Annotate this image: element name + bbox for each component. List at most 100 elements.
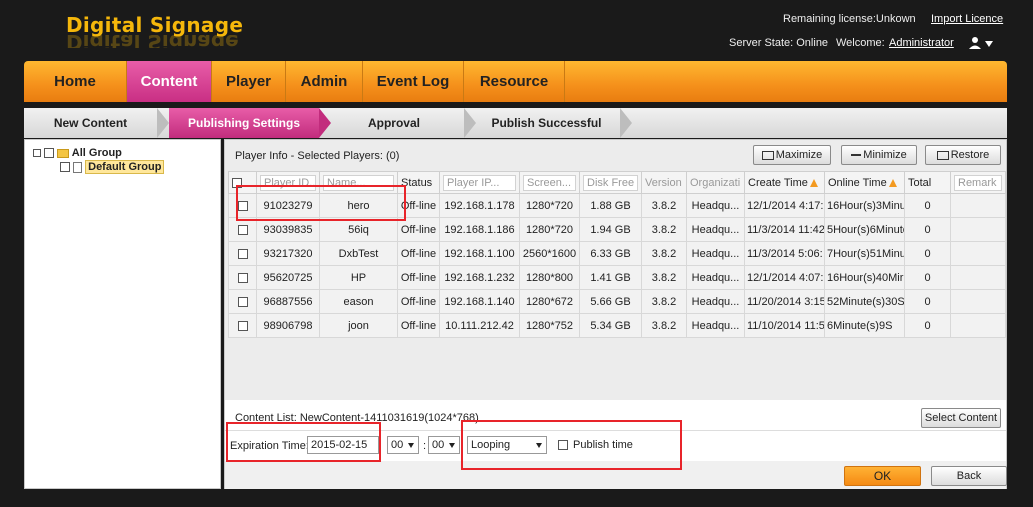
cell-organization: Headqu... (686, 289, 745, 314)
cell-status: Off-line (397, 313, 440, 338)
step-new-content[interactable]: New Content (24, 108, 157, 138)
collapse-icon[interactable] (33, 149, 41, 158)
publishing-panel: Player Info - Selected Players: (0) Maxi… (224, 139, 1007, 489)
cell-player-id: 96887556 (256, 289, 320, 314)
row-checkbox[interactable] (237, 224, 248, 235)
restore-icon (936, 150, 949, 160)
hour-select[interactable]: 00 (387, 436, 419, 454)
publish-time-label: Publish time (573, 439, 633, 451)
cell-online-time: 16Hour(s)3Minu (824, 193, 905, 218)
cell-version: 3.8.2 (641, 265, 687, 290)
import-licence-link[interactable]: Import Licence (931, 13, 1003, 25)
player-table: Player ID... Name... Status Player IP...… (228, 171, 1006, 338)
cell-player-ip: 10.111.212.42 (439, 313, 520, 338)
row-checkbox-cell[interactable] (228, 241, 257, 266)
cell-remark (950, 313, 1006, 338)
maximize-button[interactable]: Maximize (753, 145, 831, 165)
row-checkbox[interactable] (237, 272, 248, 283)
table-row[interactable]: 91023279 hero Off-line 192.168.1.178 1280*72… (228, 193, 1006, 218)
tree-checkbox[interactable] (44, 148, 55, 159)
row-checkbox[interactable] (237, 248, 248, 259)
minute-select[interactable]: 00 (428, 436, 460, 454)
hour-value: 00 (391, 439, 404, 451)
cell-total: 0 (904, 313, 951, 338)
select-content-button[interactable]: Select Content (921, 408, 1001, 428)
row-checkbox-cell[interactable] (228, 289, 257, 314)
header-online-time[interactable]: Online Time (824, 171, 905, 194)
cell-disk-free: 5.66 GB (579, 289, 642, 314)
user-link[interactable]: Administrator (889, 37, 954, 49)
restore-button[interactable]: Restore (925, 145, 1001, 165)
step-publishing-settings[interactable]: Publishing Settings (169, 108, 319, 138)
header-player-ip[interactable]: Player IP... (439, 171, 520, 194)
cell-create-time: 11/10/2014 11:5 (744, 313, 825, 338)
header-disk-free[interactable]: Disk Free (579, 171, 642, 194)
sort-asc-icon (809, 178, 818, 187)
cell-screen: 1280*720 (519, 193, 580, 218)
table-row[interactable]: 98906798 joon Off-line 10.111.212.42 1280*75… (228, 313, 1006, 338)
tree-node-all-group[interactable]: All Group (33, 147, 122, 159)
user-menu-icon[interactable] (969, 37, 995, 49)
table-header-row: Player ID... Name... Status Player IP...… (228, 171, 1006, 194)
table-row[interactable]: 95620725 HP Off-line 192.168.1.232 1280*800 1… (228, 265, 1006, 290)
cell-name: joon (319, 313, 398, 338)
row-checkbox[interactable] (237, 200, 248, 211)
nav-player[interactable]: Player (212, 61, 286, 102)
header-player-id[interactable]: Player ID... (256, 171, 320, 194)
cell-online-time: 16Hour(s)40Mir (824, 265, 905, 290)
minute-value: 00 (432, 439, 445, 451)
tree-checkbox[interactable] (60, 162, 70, 173)
header-total[interactable]: Total (904, 171, 951, 194)
nav-home[interactable]: Home (24, 61, 127, 102)
row-checkbox[interactable] (237, 320, 248, 331)
content-list-label: Content List: NewContent-1411031619(1024… (235, 412, 479, 424)
minimize-button[interactable]: Minimize (841, 145, 917, 165)
main-nav: Home Content Player Admin Event Log Reso… (24, 61, 1007, 102)
app-logo: Digital Signage (66, 13, 244, 37)
tree-node-default-group[interactable]: Default Group (60, 160, 165, 174)
welcome-label: Welcome: (836, 37, 885, 49)
row-checkbox-cell[interactable] (228, 265, 257, 290)
cell-version: 3.8.2 (641, 217, 687, 242)
nav-admin[interactable]: Admin (286, 61, 363, 102)
header-version[interactable]: Version (641, 171, 687, 194)
ok-button[interactable]: OK (844, 466, 921, 486)
time-separator: : (423, 440, 427, 452)
publish-time-checkbox[interactable] (558, 440, 568, 450)
back-button[interactable]: Back (931, 466, 1007, 486)
minimize-icon (851, 154, 862, 157)
table-row[interactable]: 96887556 eason Off-line 192.168.1.140 1280*6… (228, 289, 1006, 314)
cell-player-id: 95620725 (256, 265, 320, 290)
cell-online-time: 5Hour(s)6Minute (824, 217, 905, 242)
row-checkbox-cell[interactable] (228, 217, 257, 242)
expiration-date-input[interactable]: 2015-02-15 (307, 436, 379, 454)
header-status[interactable]: Status (397, 171, 440, 194)
header-remark[interactable]: Remark (950, 171, 1006, 194)
nav-event-log[interactable]: Event Log (363, 61, 464, 102)
step-approval[interactable]: Approval (334, 108, 454, 138)
minimize-label: Minimize (863, 149, 907, 161)
header-name[interactable]: Name... (319, 171, 398, 194)
cell-disk-free: 6.33 GB (579, 241, 642, 266)
cell-organization: Headqu... (686, 241, 745, 266)
select-all-checkbox[interactable] (232, 177, 242, 188)
cell-version: 3.8.2 (641, 193, 687, 218)
step-publish-successful[interactable]: Publish Successful (479, 108, 614, 138)
cell-disk-free: 5.34 GB (579, 313, 642, 338)
header-screen[interactable]: Screen... (519, 171, 580, 194)
cell-version: 3.8.2 (641, 313, 687, 338)
nav-content[interactable]: Content (127, 61, 212, 102)
header-create-time[interactable]: Create Time (744, 171, 825, 194)
publish-settings-form: Expiration Time: 2015-02-15 00 : 00 Loop… (225, 430, 1006, 460)
select-all-header[interactable] (228, 171, 257, 194)
header-organization[interactable]: Organizati (686, 171, 745, 194)
row-checkbox-cell[interactable] (228, 193, 257, 218)
cell-total: 0 (904, 241, 951, 266)
table-row[interactable]: 93039835 56iq Off-line 192.168.1.186 1280*72… (228, 217, 1006, 242)
cell-name: eason (319, 289, 398, 314)
play-mode-select[interactable]: Looping (467, 436, 547, 454)
nav-resource[interactable]: Resource (464, 61, 565, 102)
row-checkbox-cell[interactable] (228, 313, 257, 338)
table-row[interactable]: 93217320 DxbTest Off-line 192.168.1.100 2560… (228, 241, 1006, 266)
row-checkbox[interactable] (237, 296, 248, 307)
